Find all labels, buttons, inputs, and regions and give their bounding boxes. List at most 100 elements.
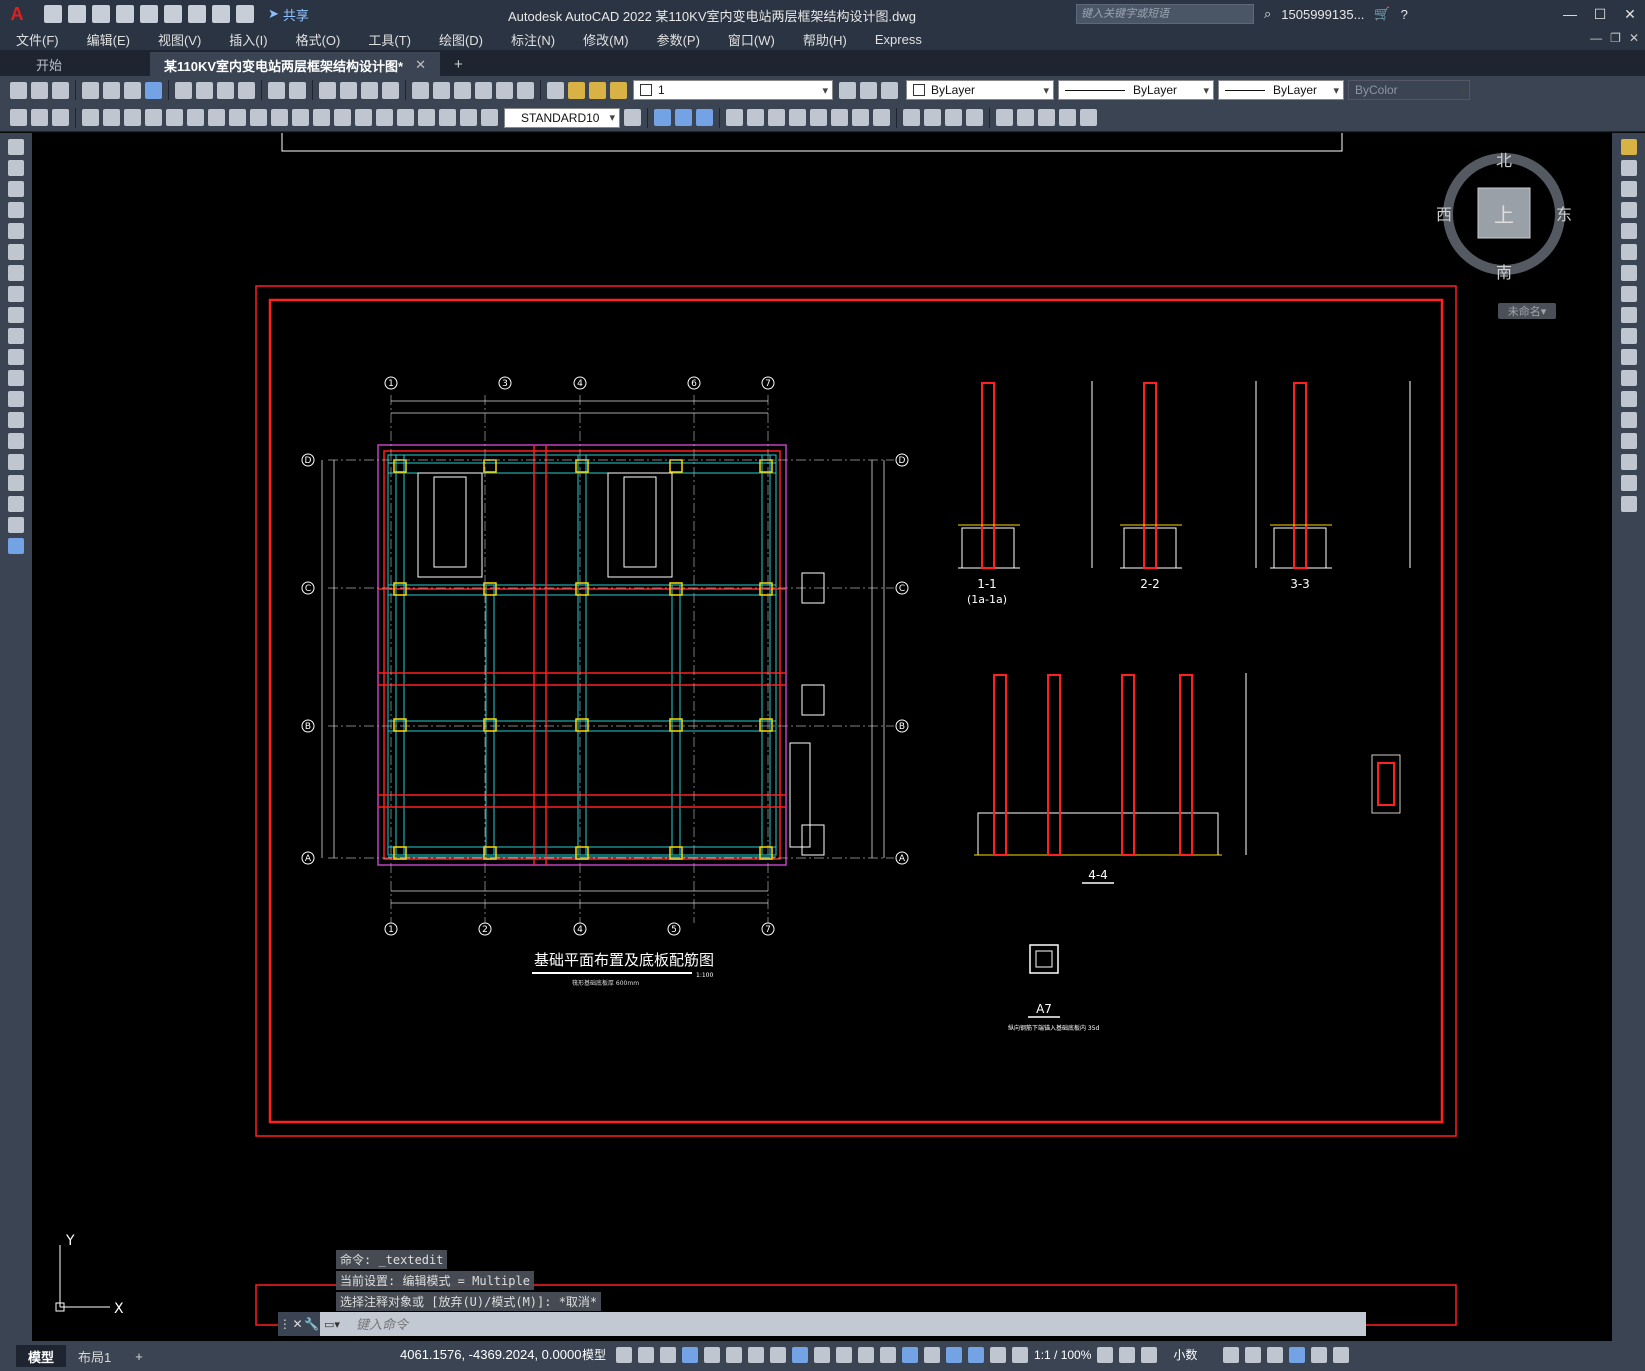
redo-icon[interactable] [236, 5, 254, 23]
ucs-menu-button[interactable]: 未命名 ▾ [1498, 303, 1556, 319]
web-icon[interactable] [145, 81, 162, 99]
move-icon[interactable] [1620, 244, 1637, 260]
infer-constraints-icon[interactable] [660, 1346, 677, 1363]
user-name[interactable]: 1505999135... [1281, 7, 1364, 22]
diameter-dim-icon[interactable] [208, 109, 225, 126]
jogged-linear-icon[interactable] [418, 109, 435, 126]
object-snap-icon[interactable] [792, 1346, 809, 1363]
transparency-icon[interactable] [836, 1346, 853, 1363]
zoom-realtime-icon[interactable] [340, 81, 357, 99]
radius-dim-icon[interactable] [166, 109, 183, 126]
jogged-dim-icon[interactable] [187, 109, 204, 126]
layer-freeze-icon[interactable] [589, 81, 606, 99]
undo-icon[interactable] [212, 5, 230, 23]
view-top-icon[interactable] [654, 109, 671, 126]
make-block-icon[interactable] [31, 109, 48, 126]
annotation-visibility-icon[interactable] [968, 1346, 985, 1363]
open-icon[interactable] [31, 81, 48, 99]
aligned-dim-icon[interactable] [103, 109, 120, 126]
extend-icon[interactable] [1620, 349, 1637, 365]
table-icon[interactable] [8, 496, 24, 512]
plot-icon[interactable] [82, 81, 99, 99]
selection-filter-icon[interactable] [924, 1346, 941, 1363]
insert-block-icon[interactable] [10, 109, 27, 126]
quick-properties-icon[interactable] [1223, 1346, 1240, 1363]
layer-lock-icon[interactable] [610, 81, 627, 99]
view-left-icon[interactable] [696, 109, 713, 126]
menu-item[interactable]: 窗口(W) [712, 30, 787, 49]
ucs-previous-icon[interactable] [768, 109, 785, 126]
snap-icon[interactable] [638, 1346, 655, 1363]
save-web-icon[interactable] [164, 5, 182, 23]
join-icon[interactable] [1620, 412, 1637, 428]
layer-on-icon[interactable] [568, 81, 585, 99]
ucs-zaxis-icon[interactable] [873, 109, 890, 126]
redo-icon[interactable] [289, 81, 306, 99]
menu-item[interactable]: 编辑(E) [71, 30, 142, 49]
clean-screen-icon[interactable] [1311, 1346, 1328, 1363]
save-icon[interactable] [52, 81, 69, 99]
lineweight-icon[interactable] [814, 1346, 831, 1363]
multiline-text-icon[interactable] [8, 517, 24, 533]
command-prompt-icon[interactable]: ▭▾ [320, 1318, 356, 1331]
cart-icon[interactable]: 🛒 [1374, 6, 1390, 22]
menu-item[interactable]: 工具(T) [352, 30, 423, 49]
menu-item[interactable]: 修改(M) [567, 30, 641, 49]
copy-object-icon[interactable] [1620, 160, 1637, 176]
selection-cycling-icon[interactable] [858, 1346, 875, 1363]
revision-cloud-icon[interactable] [8, 286, 24, 302]
plus-icon[interactable] [1119, 1346, 1136, 1363]
doc-restore-button[interactable]: ❐ [1610, 31, 1621, 45]
render-window-icon[interactable] [966, 109, 983, 126]
gizmo-icon[interactable] [946, 1346, 963, 1363]
offset-icon[interactable] [1620, 202, 1637, 218]
help-icon[interactable] [517, 81, 534, 99]
lock-ui-icon[interactable] [1245, 1346, 1262, 1363]
maximize-button[interactable]: ☐ [1585, 0, 1615, 28]
tab-model[interactable]: 模型 [16, 1345, 67, 1367]
gradient-icon[interactable] [8, 454, 24, 470]
orbit-icon[interactable] [996, 109, 1013, 126]
doc-minimize-button[interactable]: — [1590, 31, 1602, 45]
open-web-icon[interactable] [140, 5, 158, 23]
polygon-icon[interactable] [8, 202, 24, 218]
drawing-area[interactable]: 1 3 4 6 7 1 2 4 5 7 D C B A D C B A 基础平面… [32, 133, 1612, 1341]
explode-icon[interactable] [1620, 496, 1637, 512]
compass-north[interactable]: 北 [1496, 152, 1512, 170]
auto-scale-icon[interactable] [990, 1346, 1007, 1363]
quick-dim-icon[interactable] [250, 109, 267, 126]
object-snap-tracking-icon[interactable] [770, 1346, 787, 1363]
arc-icon[interactable] [8, 244, 24, 260]
trim-icon[interactable] [1620, 328, 1637, 344]
blend-curves-icon[interactable] [1620, 475, 1637, 491]
polyline-icon[interactable] [8, 181, 24, 197]
ucs-object-icon[interactable] [810, 109, 827, 126]
share-button[interactable]: ➤ 共享 [268, 5, 309, 24]
plot-preview-icon[interactable] [103, 81, 120, 99]
help-search-input[interactable]: 键入关键字或短语 [1076, 4, 1254, 24]
workspace-icon[interactable] [1097, 1346, 1114, 1363]
break-at-point-icon[interactable] [1620, 370, 1637, 386]
baseline-dim-icon[interactable] [271, 109, 288, 126]
match-properties-icon[interactable] [238, 81, 255, 99]
materials-icon[interactable] [924, 109, 941, 126]
customization-icon[interactable] [1333, 1346, 1350, 1363]
design-center-icon[interactable] [433, 81, 450, 99]
minimize-button[interactable]: — [1555, 0, 1585, 28]
camera-icon[interactable] [1080, 109, 1097, 126]
dimstyle-dropdown[interactable]: STANDARD10 [504, 107, 620, 128]
menu-item[interactable]: Express [859, 32, 934, 47]
menu-item[interactable]: 格式(O) [280, 30, 353, 49]
properties-icon[interactable] [412, 81, 429, 99]
annotation-scale-value[interactable]: 1:1 / 100% [1034, 1348, 1091, 1362]
add-layout-button[interactable]: + [123, 1345, 155, 1367]
cut-icon[interactable] [175, 81, 192, 99]
autocad-logo-icon[interactable]: A [0, 0, 34, 28]
tab-close-icon[interactable]: ✕ [415, 57, 426, 73]
tolerance-icon[interactable] [355, 109, 372, 126]
ucs-origin-icon[interactable] [852, 109, 869, 126]
annotation-scale-icon[interactable] [1012, 1346, 1029, 1363]
calculator-icon[interactable] [496, 81, 513, 99]
close-icon[interactable]: ✕ [292, 1317, 302, 1331]
scale-icon[interactable] [1620, 286, 1637, 302]
